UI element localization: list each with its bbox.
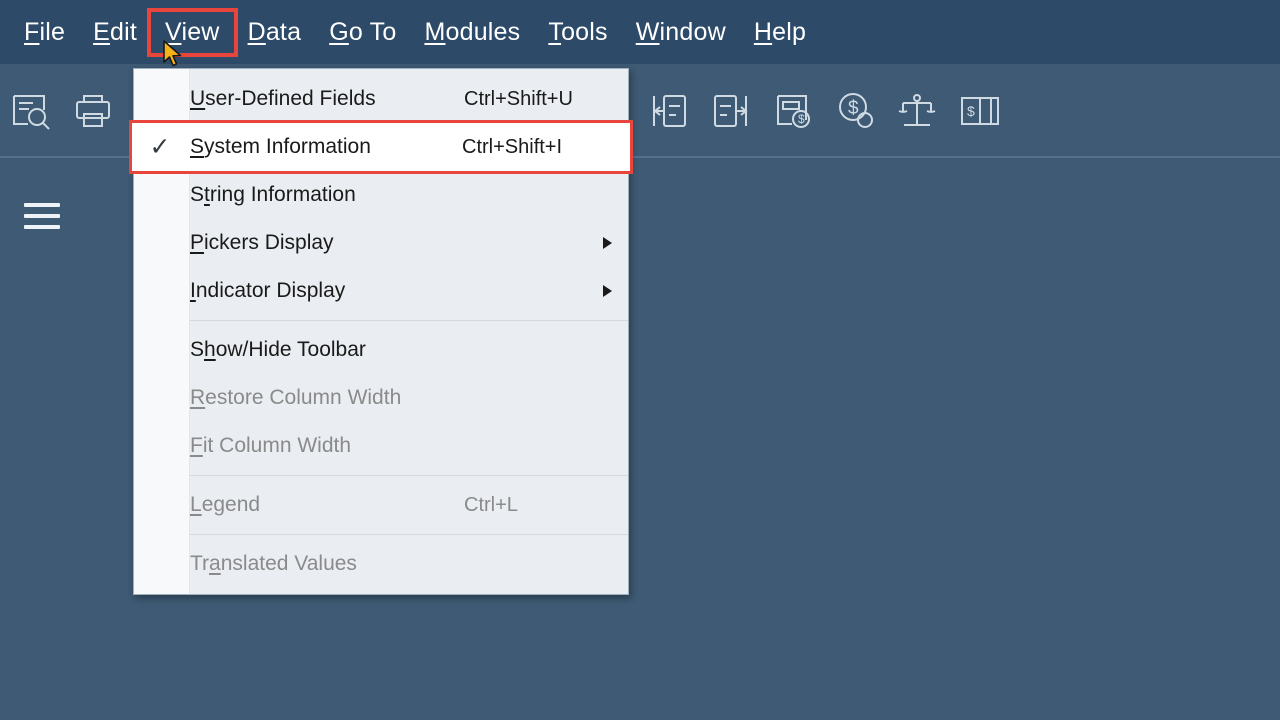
menu-item-label: Indicator Display xyxy=(190,279,345,303)
currency-table-icon[interactable]: $ xyxy=(954,86,1004,136)
menu-item-show-hide-toolbar[interactable]: Show/Hide Toolbar xyxy=(134,326,628,374)
menubar-item-file[interactable]: File xyxy=(10,12,79,53)
document-currency-icon[interactable]: $ xyxy=(768,86,818,136)
menubar-item-go-to[interactable]: Go To xyxy=(315,12,410,53)
menu-item-restore-column-width: Restore Column Width xyxy=(134,374,628,422)
hamburger-bar xyxy=(24,225,60,229)
menu-item-fit-column-width: Fit Column Width xyxy=(134,422,628,470)
mouse-cursor xyxy=(162,40,186,75)
menu-bar: FileEditViewDataGo ToModulesToolsWindowH… xyxy=(0,0,1280,64)
menubar-item-tools[interactable]: Tools xyxy=(534,12,621,53)
indent-left-icon[interactable] xyxy=(644,86,694,136)
document-search-icon[interactable] xyxy=(6,86,56,136)
hamburger-bar xyxy=(24,203,60,207)
menu-item-label: String Information xyxy=(190,183,356,207)
print-icon[interactable] xyxy=(68,86,118,136)
menu-separator xyxy=(190,320,628,321)
hamburger-bar xyxy=(24,214,60,218)
menu-item-shortcut: Ctrl+L xyxy=(464,494,518,517)
menubar-item-help[interactable]: Help xyxy=(740,12,820,53)
menubar-item-edit[interactable]: Edit xyxy=(79,12,151,53)
view-dropdown-menu: User-Defined Fields Ctrl+Shift+U ✓ System I… xyxy=(133,68,629,595)
search-currency-icon[interactable]: $ xyxy=(830,86,880,136)
menu-item-label: Fit Column Width xyxy=(190,434,351,458)
hamburger-menu-icon[interactable] xyxy=(24,198,60,234)
menu-item-label: Pickers Display xyxy=(190,231,334,255)
menu-item-string-information[interactable]: String Information xyxy=(134,171,628,219)
svg-text:$: $ xyxy=(967,103,975,119)
menu-item-shortcut: Ctrl+Shift+I xyxy=(462,136,562,159)
menubar-item-modules[interactable]: Modules xyxy=(410,12,534,53)
menubar-item-data[interactable]: Data xyxy=(234,12,316,53)
menu-item-indicator-display[interactable]: Indicator Display xyxy=(134,267,628,315)
menu-item-label: Translated Values xyxy=(190,552,357,576)
menu-separator xyxy=(190,475,628,476)
menu-item-shortcut: Ctrl+Shift+U xyxy=(464,88,573,111)
menu-item-system-information[interactable]: ✓ System Information Ctrl+Shift+I xyxy=(132,123,630,171)
checkmark-icon: ✓ xyxy=(146,135,174,160)
menu-item-pickers-display[interactable]: Pickers Display xyxy=(134,219,628,267)
chevron-right-icon xyxy=(603,237,612,249)
menu-item-label: Restore Column Width xyxy=(190,386,401,410)
menu-item-label: User-Defined Fields xyxy=(190,87,376,111)
menu-item-legend: Legend Ctrl+L xyxy=(134,481,628,529)
menu-item-translated-values: Translated Values xyxy=(134,540,628,588)
menu-item-user-defined-fields[interactable]: User-Defined Fields Ctrl+Shift+U xyxy=(134,75,628,123)
balance-scale-icon[interactable] xyxy=(892,86,942,136)
application-window: FileEditViewDataGo ToModulesToolsWindowH… xyxy=(0,0,1280,720)
menubar-item-window[interactable]: Window xyxy=(622,12,740,53)
indent-right-icon[interactable] xyxy=(706,86,756,136)
svg-text:$: $ xyxy=(848,98,859,119)
menu-item-list: User-Defined Fields Ctrl+Shift+U ✓ System I… xyxy=(134,75,628,588)
menu-separator xyxy=(190,534,628,535)
chevron-right-icon xyxy=(603,285,612,297)
menu-item-label: System Information xyxy=(190,135,371,159)
menu-item-label: Legend xyxy=(190,493,260,517)
menu-item-label: Show/Hide Toolbar xyxy=(190,338,366,362)
svg-text:$: $ xyxy=(798,112,805,126)
